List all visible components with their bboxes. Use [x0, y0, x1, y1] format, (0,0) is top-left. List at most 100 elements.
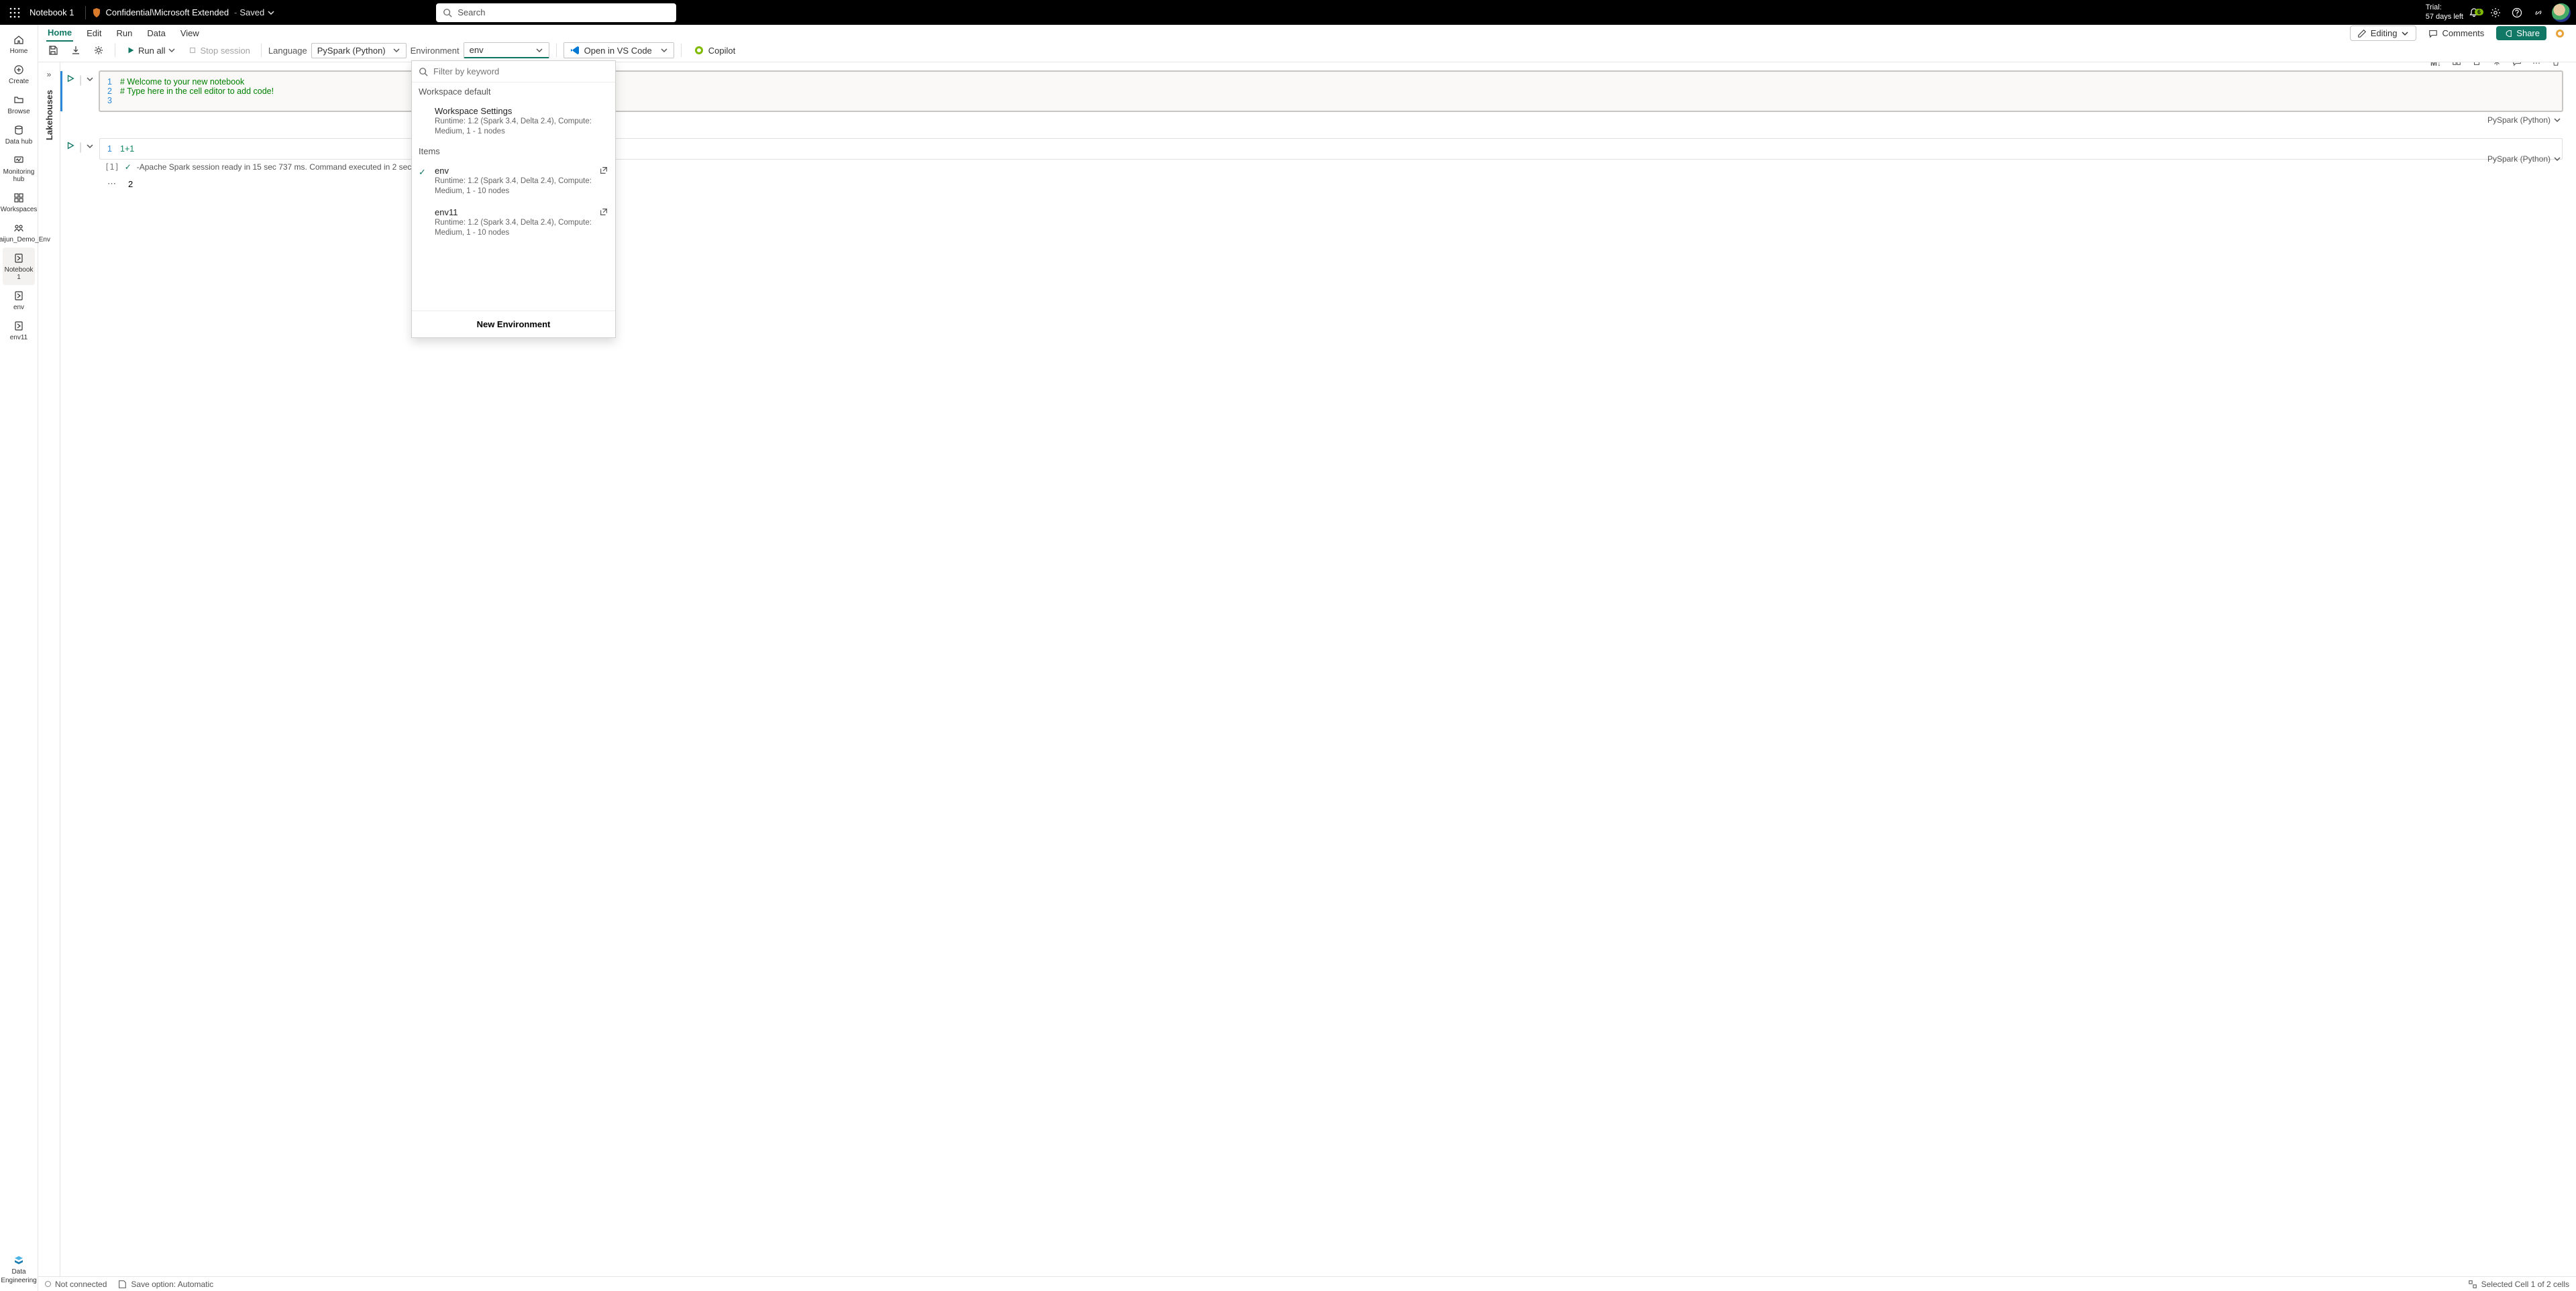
tab-home[interactable]: Home — [46, 25, 73, 42]
new-environment-button[interactable]: New Environment — [412, 311, 615, 337]
env-section-workspace: Workspace default — [412, 82, 615, 101]
cell-toolbar: M↓ ⋯ — [2428, 62, 2563, 70]
code-line-text: # Welcome to your new notebook — [120, 77, 244, 87]
cell-lock-icon[interactable] — [2470, 62, 2483, 70]
open-external-icon[interactable] — [599, 166, 608, 177]
env-option-workspace-settings[interactable]: Workspace Settings Runtime: 1.2 (Spark 3… — [412, 101, 615, 142]
run-all-label: Run all — [138, 46, 165, 56]
env-filter-input[interactable]: Filter by keyword — [412, 61, 615, 82]
data-engineering-icon — [12, 1253, 25, 1267]
folder-icon — [12, 93, 25, 107]
env-option-env11[interactable]: env11 Runtime: 1.2 (Spark 3.4, Delta 2.4… — [412, 202, 615, 243]
env-icon — [12, 289, 25, 302]
notebook-title[interactable]: Notebook 1 — [24, 7, 80, 17]
comments-label: Comments — [2442, 28, 2484, 38]
save-option[interactable]: Save option: Automatic — [117, 1280, 213, 1289]
nav-workspaces[interactable]: Workspaces — [3, 187, 35, 217]
output-more-icon[interactable]: ⋯ — [107, 178, 117, 189]
help-button[interactable] — [2506, 7, 2528, 18]
search-placeholder: Search — [458, 7, 485, 17]
cell-split-icon[interactable] — [2450, 62, 2463, 70]
share-icon — [2503, 29, 2512, 38]
copilot-side-button[interactable] — [2552, 26, 2568, 41]
cell-comment-icon[interactable] — [2510, 62, 2524, 70]
sensitivity-label[interactable]: Confidential\Microsoft Extended — [91, 7, 229, 18]
run-cell-icon[interactable] — [66, 141, 75, 154]
settings-button[interactable] — [2485, 7, 2506, 18]
share-button[interactable]: Share — [2496, 26, 2546, 40]
chevron-down-icon — [2401, 30, 2409, 38]
nav-workspace-current[interactable]: Shuaijun_Demo_Env — [3, 217, 35, 247]
open-vscode-button[interactable]: Open in VS Code — [564, 42, 674, 58]
comments-button[interactable]: Comments — [2422, 26, 2491, 40]
nav-env11[interactable]: env11 — [3, 315, 35, 345]
tab-edit[interactable]: Edit — [85, 25, 103, 41]
trial-status[interactable]: Trial: 57 days left — [2426, 3, 2463, 21]
save-icon — [48, 45, 58, 56]
copilot-button[interactable]: Copilot — [688, 43, 741, 58]
cell-menu-chevron-icon[interactable] — [86, 142, 94, 154]
cell-menu-chevron-icon[interactable] — [86, 74, 94, 87]
lakehouses-label[interactable]: Lakehouses — [44, 90, 54, 140]
tab-data[interactable]: Data — [146, 25, 166, 41]
chevron-down-icon — [660, 46, 668, 54]
nav-monitoring[interactable]: Monitoring hub — [3, 150, 35, 187]
result-value: 2 — [128, 179, 133, 189]
open-external-icon[interactable] — [599, 207, 608, 219]
nav-notebook-current[interactable]: Notebook 1 — [3, 247, 35, 285]
separator — [261, 44, 262, 57]
chevron-down-icon — [168, 46, 176, 54]
notifications-button[interactable]: 6 — [2463, 7, 2485, 18]
separator — [681, 44, 682, 57]
cell-language-picker[interactable]: PySpark (Python) — [2487, 115, 2561, 125]
search-icon — [419, 67, 428, 76]
env-icon — [12, 319, 25, 333]
app-launcher-icon[interactable] — [5, 7, 24, 18]
chevron-down-icon — [2553, 155, 2561, 163]
save-status[interactable]: - Saved — [229, 7, 275, 17]
feedback-button[interactable] — [2528, 7, 2549, 18]
monitor-icon — [12, 154, 25, 167]
cell-freeze-icon[interactable] — [2490, 62, 2504, 70]
env-item-title: env11 — [435, 207, 607, 217]
cell-delete-icon[interactable] — [2549, 62, 2563, 70]
save-icon — [117, 1280, 127, 1289]
run-cell-icon[interactable] — [66, 74, 75, 87]
nav-monitoring-label: Monitoring hub — [3, 168, 35, 183]
ribbon: Home Edit Run Data View Editing Comments… — [38, 25, 2576, 62]
nav-home[interactable]: Home — [3, 29, 35, 59]
language-dropdown[interactable]: PySpark (Python) — [311, 43, 407, 58]
persona-switcher[interactable]: Data Engineering — [3, 1248, 35, 1291]
tab-view[interactable]: View — [179, 25, 201, 41]
gear-icon — [2490, 7, 2501, 18]
env-item-sub: Runtime: 1.2 (Spark 3.4, Delta 2.4), Com… — [435, 218, 607, 238]
cell-convert-markdown-button[interactable]: M↓ — [2428, 62, 2443, 69]
nav-data-hub[interactable]: Data hub — [3, 119, 35, 150]
user-avatar[interactable] — [2552, 3, 2571, 22]
cell-more-icon[interactable]: ⋯ — [2530, 62, 2542, 69]
question-icon — [2512, 7, 2522, 18]
expand-lakehouses-icon[interactable]: » — [43, 66, 56, 83]
tab-run[interactable]: Run — [115, 25, 134, 41]
status-bar: Not connected Save option: Automatic Sel… — [38, 1276, 2576, 1291]
global-search[interactable]: Search — [436, 3, 676, 22]
editing-mode-button[interactable]: Editing — [2350, 25, 2417, 41]
settings-toolbar-button[interactable] — [89, 43, 108, 58]
connection-status-icon — [45, 1281, 51, 1287]
vscode-icon — [570, 45, 580, 56]
nav-browse[interactable]: Browse — [3, 89, 35, 119]
connection-status[interactable]: Not connected — [45, 1280, 107, 1289]
top-bar: Notebook 1 Confidential\Microsoft Extend… — [0, 0, 2576, 25]
stop-session-label: Stop session — [200, 46, 250, 56]
cell-selection-status[interactable]: Selected Cell 1 of 2 cells — [2468, 1280, 2569, 1289]
download-button[interactable] — [66, 43, 85, 58]
run-all-button[interactable]: Run all — [122, 44, 180, 58]
environment-panel: Filter by keyword Workspace default Work… — [411, 60, 616, 338]
env-option-env[interactable]: ✓ env Runtime: 1.2 (Spark 3.4, Delta 2.4… — [412, 160, 615, 202]
save-button[interactable] — [44, 43, 62, 58]
nav-create[interactable]: Create — [3, 59, 35, 89]
nav-env[interactable]: env — [3, 285, 35, 315]
environment-dropdown[interactable]: env — [464, 42, 549, 58]
cell-language-picker[interactable]: PySpark (Python) — [2487, 154, 2561, 164]
workspaces-icon — [12, 191, 25, 205]
